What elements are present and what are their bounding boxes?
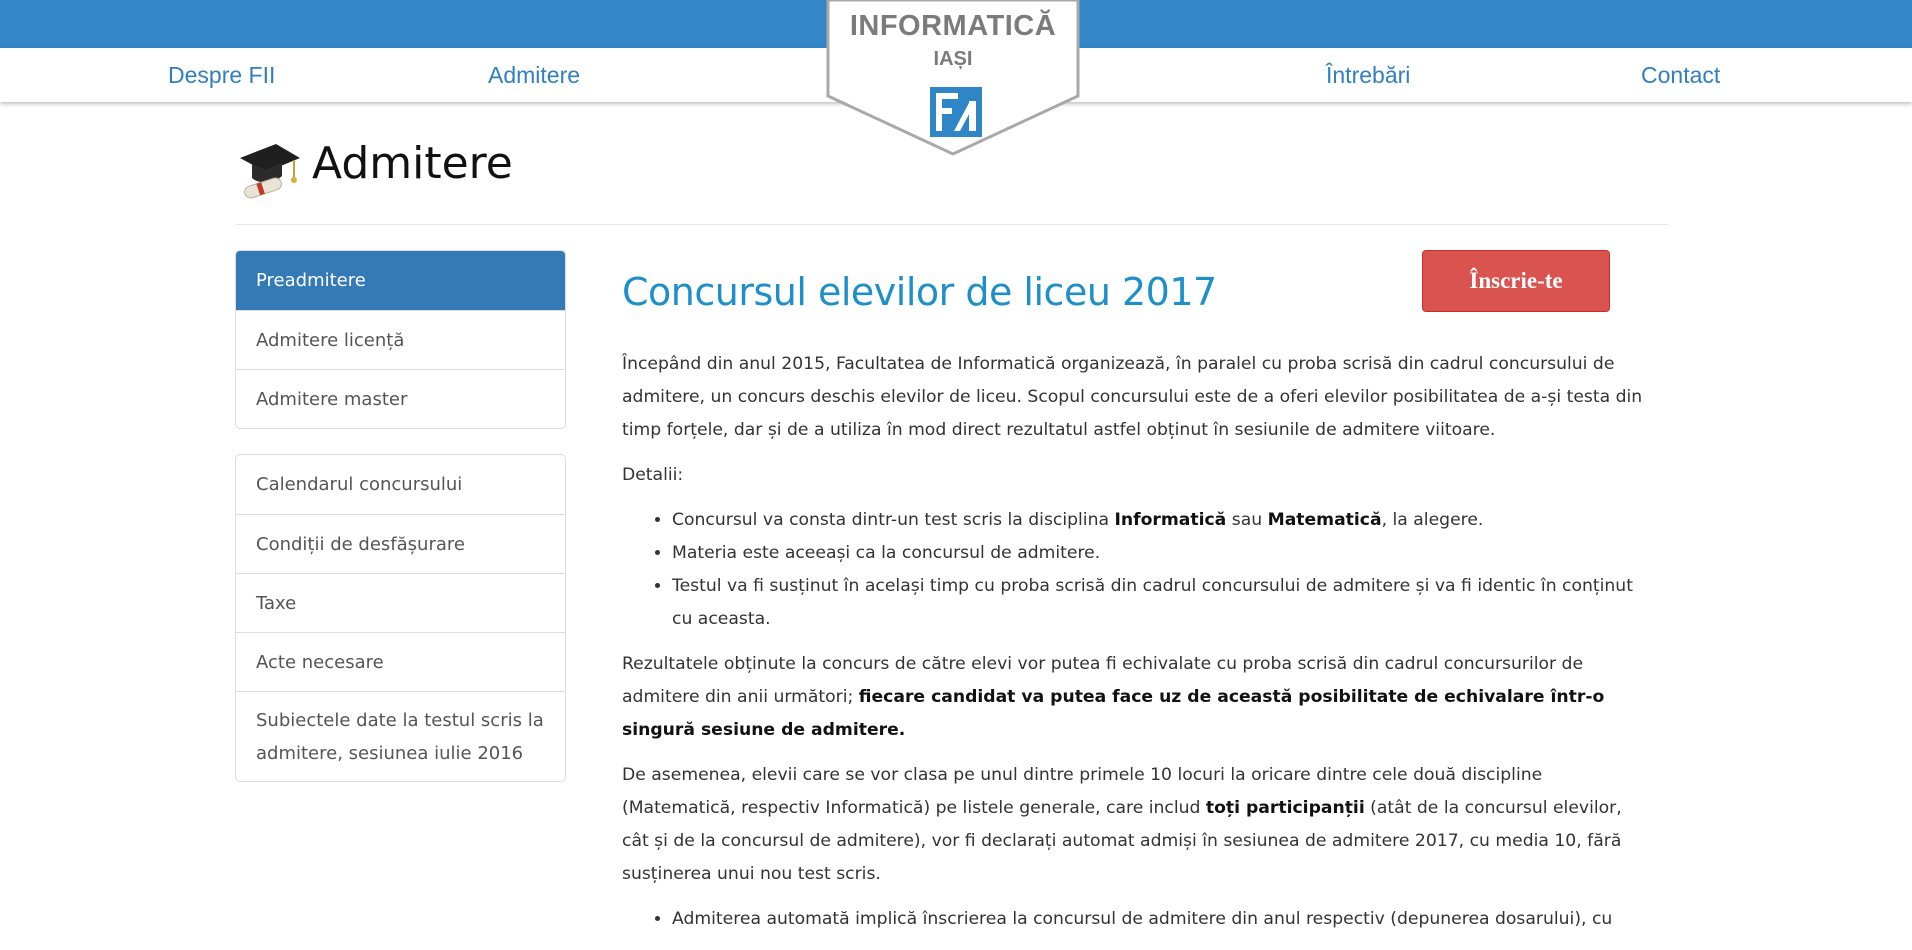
sidebar-item-calendar[interactable]: Calendarul concursului <box>236 455 565 514</box>
auto-admission-list: Admiterea automată implică înscrierea la… <box>672 903 1652 936</box>
nav-link-intrebari[interactable]: Întrebări <box>1326 62 1410 89</box>
main-content: Concursul elevilor de liceu 2017 Începân… <box>622 250 1652 948</box>
details-label: Detalii: <box>622 465 684 485</box>
sidebar-item-admitere-licenta[interactable]: Admitere licență <box>236 310 565 369</box>
graduation-cap-icon <box>240 144 300 199</box>
page-title: Admitere <box>312 138 513 189</box>
sidebar-item-subiecte[interactable]: Subiectele date la testul scris la admit… <box>236 691 565 781</box>
sidebar-group-preadmitere-info: Calendarul concursului Condiții de desfă… <box>235 454 566 782</box>
list-item-bold: Matematică <box>1267 510 1382 530</box>
list-item-text: Concursul va consta dintr-un test scris … <box>672 510 1115 530</box>
paragraph-bold: toți participanții <box>1205 798 1365 818</box>
results-paragraph: Rezultatele obținute la concurs de către… <box>622 648 1652 747</box>
sidebar-group-admitere: Preadmitere Admitere licență Admitere ma… <box>235 250 566 429</box>
list-item: Concursul va consta dintr-un test scris … <box>672 504 1652 537</box>
list-item-text: , la alegere. <box>1381 510 1484 530</box>
sidebar-item-acte[interactable]: Acte necesare <box>236 632 565 691</box>
intro-paragraph: Începând din anul 2015, Facultatea de In… <box>622 354 1643 440</box>
list-item: Admiterea automată implică înscrierea la… <box>672 903 1652 936</box>
sidebar-item-preadmitere[interactable]: Preadmitere <box>236 251 565 310</box>
logo-title: INFORMATICĂ <box>849 10 1057 42</box>
header-divider <box>236 224 1668 225</box>
logo-subtitle: IAȘI <box>933 48 973 70</box>
fii-logo-icon <box>930 87 982 137</box>
list-item: Testul va fi susținut în același timp cu… <box>672 570 1652 636</box>
content-title: Concursul elevilor de liceu 2017 <box>622 270 1217 314</box>
details-list: Concursul va consta dintr-un test scris … <box>672 504 1652 636</box>
nav-link-contact[interactable]: Contact <box>1641 62 1720 89</box>
sidebar-item-taxe[interactable]: Taxe <box>236 573 565 632</box>
nav-link-admitere[interactable]: Admitere <box>488 62 580 89</box>
nav-link-despre-fii[interactable]: Despre FII <box>168 62 275 89</box>
sidebar-item-admitere-master[interactable]: Admitere master <box>236 369 565 428</box>
list-item: Materia este aceeași ca la concursul de … <box>672 537 1652 570</box>
sidebar-item-conditii[interactable]: Condiții de desfășurare <box>236 514 565 573</box>
list-item-text: sau <box>1226 510 1268 530</box>
list-item-bold: Informatică <box>1114 510 1227 530</box>
auto-admission-paragraph: De asemenea, elevii care se vor clasa pe… <box>622 759 1652 891</box>
